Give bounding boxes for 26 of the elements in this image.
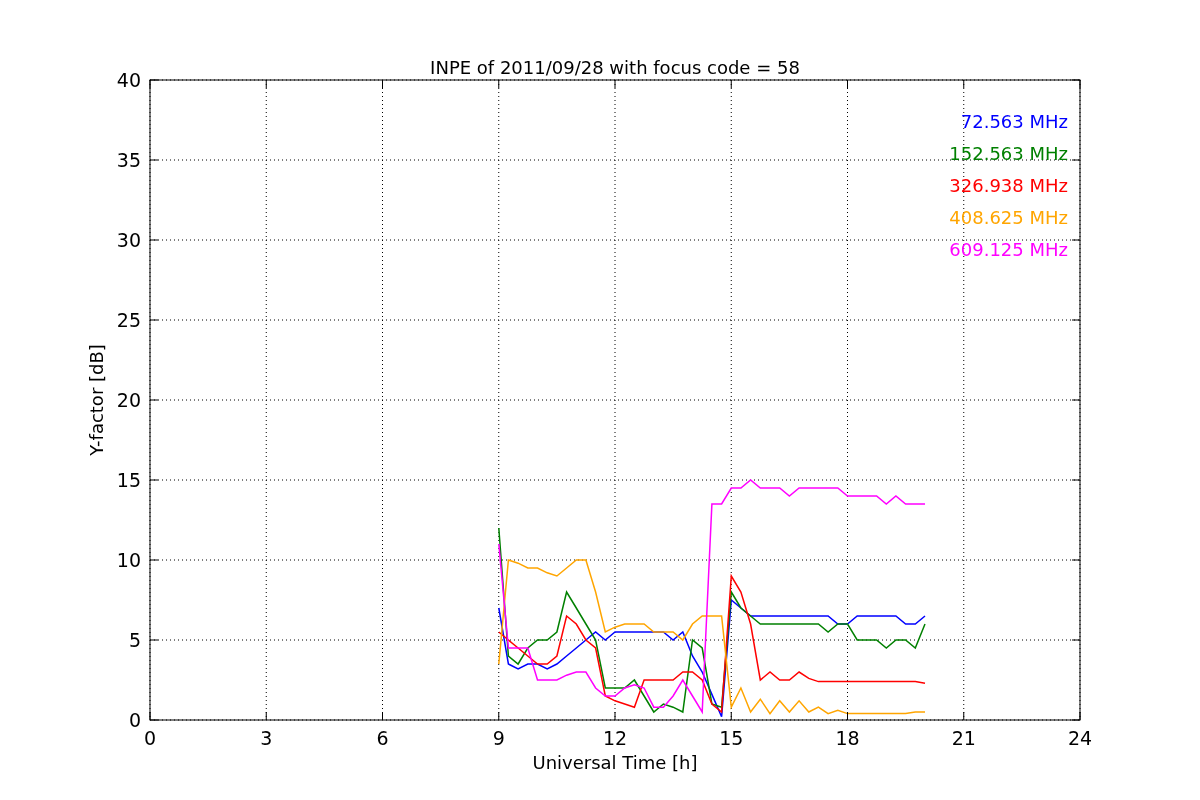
x-tick-label: 18 <box>835 727 860 749</box>
x-tick-label: 9 <box>492 727 505 749</box>
legend-entry: 152.563 MHz <box>949 143 1068 164</box>
y-tick-label: 10 <box>116 549 141 571</box>
y-tick-label: 0 <box>128 709 141 731</box>
y-tick-label: 5 <box>128 629 141 651</box>
y-tick-label: 25 <box>116 309 141 331</box>
y-tick-label: 35 <box>116 149 141 171</box>
x-tick-label: 24 <box>1067 727 1093 749</box>
x-tick-label: 3 <box>260 727 273 749</box>
legend-entry: 609.125 MHz <box>949 239 1068 260</box>
y-axis-label: Y-factor [dB] <box>86 344 107 456</box>
x-tick-label: 21 <box>951 727 976 749</box>
y-tick-label: 30 <box>116 229 141 251</box>
legend-entry: 326.938 MHz <box>949 175 1068 196</box>
x-tick-label: 15 <box>719 727 744 749</box>
x-tick-label: 12 <box>602 727 628 749</box>
y-tick-label: 15 <box>116 469 141 491</box>
y-tick-label: 20 <box>116 389 141 411</box>
legend-entry: 72.563 MHz <box>960 111 1068 132</box>
x-tick-label: 6 <box>376 727 389 749</box>
x-tick-label: 0 <box>143 727 157 749</box>
legend-entry: 408.625 MHz <box>949 207 1068 228</box>
x-axis-label: Universal Time [h] <box>532 752 698 773</box>
chart-title: INPE of 2011/09/28 with focus code = 58 <box>430 57 800 78</box>
y-tick-label: 40 <box>116 69 141 91</box>
